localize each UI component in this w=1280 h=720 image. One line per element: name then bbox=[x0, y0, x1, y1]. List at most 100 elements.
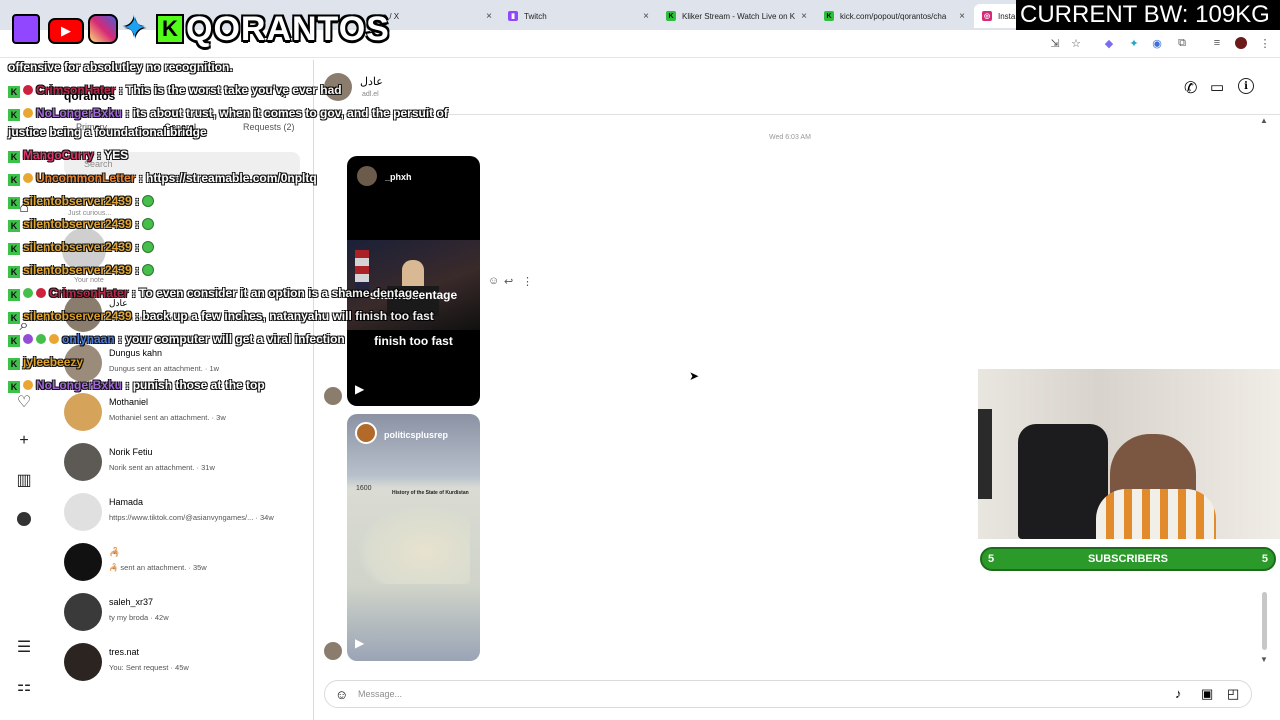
message-timestamp: Wed 6:03 AM bbox=[769, 134, 811, 141]
chat-line: Konlynaan : your computer will get a vir… bbox=[8, 332, 345, 347]
chat-username: MangoCurry bbox=[23, 148, 94, 162]
close-icon[interactable]: × bbox=[643, 11, 649, 22]
close-icon[interactable]: × bbox=[486, 11, 492, 22]
chat-username: silentobserver2439 bbox=[23, 194, 132, 208]
badge-icon bbox=[49, 334, 59, 344]
list-item[interactable]: saleh_xr37 ty my broda · 42w bbox=[62, 593, 312, 641]
tab-kliker[interactable]: K Kliker Stream - Watch Live on K × bbox=[658, 4, 813, 28]
badge-icon bbox=[23, 85, 33, 95]
post-author[interactable]: _phxh bbox=[385, 172, 412, 182]
chat-line: Ksilentobserver2439 : bbox=[8, 217, 155, 232]
avatar bbox=[64, 593, 102, 631]
profile-icon[interactable] bbox=[14, 509, 34, 529]
scrollbar-thumb[interactable] bbox=[1262, 592, 1267, 650]
reading-list-icon[interactable]: ≡ bbox=[1210, 36, 1224, 50]
avatar bbox=[324, 642, 342, 660]
scroll-down-arrow[interactable]: ▼ bbox=[1260, 655, 1268, 664]
shared-post[interactable]: politicsplusrep 1600 History of the Stat… bbox=[347, 414, 480, 661]
contact-name[interactable]: عادل bbox=[360, 75, 383, 88]
chat-message: : bbox=[135, 217, 140, 231]
chat-message: : bbox=[135, 240, 140, 254]
list-item[interactable]: Norik Fetiu Norik sent an attachment. · … bbox=[62, 443, 312, 491]
tab-label: Kliker Stream - Watch Live on K bbox=[682, 11, 796, 21]
conversation-preview: https://www.tiktok.com/@asianvyngames/..… bbox=[109, 513, 274, 522]
close-icon[interactable]: × bbox=[959, 11, 965, 22]
badge-icon bbox=[23, 288, 33, 298]
image-icon[interactable]: ▣ bbox=[1201, 686, 1213, 702]
list-item[interactable]: Mothaniel Mothaniel sent an attachment. … bbox=[62, 393, 312, 441]
chat-message: : YES bbox=[97, 148, 129, 162]
list-item[interactable]: tres.nat You: Sent request · 45w bbox=[62, 643, 312, 691]
kick-badge-icon: K bbox=[8, 243, 20, 255]
conversation-name: Norik Fetiu bbox=[109, 447, 153, 457]
dashboard-icon[interactable]: ▥ bbox=[14, 470, 34, 490]
chat-message: offensive for absolutley no recognition. bbox=[8, 60, 233, 74]
kebab-menu-icon[interactable]: ⋮ bbox=[1258, 36, 1272, 50]
extension-icon[interactable]: ✦ bbox=[1127, 36, 1141, 50]
video-call-icon[interactable]: ▭ bbox=[1210, 78, 1224, 96]
kick-badge-icon: K bbox=[8, 381, 20, 393]
bandwidth-counter: CURRENT BW: 109KG bbox=[1016, 0, 1280, 30]
list-item[interactable]: 🦂 🦂 sent an attachment. · 35w bbox=[62, 543, 312, 591]
subscriber-count-goal: 5 bbox=[1261, 553, 1268, 565]
create-plus-icon[interactable]: + bbox=[14, 431, 34, 451]
sticker-icon[interactable]: ◰ bbox=[1227, 686, 1239, 702]
youtube-icon: ▶ bbox=[48, 18, 84, 44]
tab-twitch[interactable]: ▮ Twitch × bbox=[500, 4, 655, 28]
more-apps-icon[interactable]: ⚏ bbox=[14, 676, 34, 696]
chat-username: jyleebeezy bbox=[23, 355, 84, 369]
post-author[interactable]: politicsplusrep bbox=[384, 430, 448, 440]
chat-message: justice being a foundational bridge bbox=[8, 125, 207, 139]
chat-message: : its about trust, when it comes to gov,… bbox=[125, 106, 448, 120]
chat-message: : To even consider it an option is a sha… bbox=[131, 286, 419, 300]
kick-badge-icon: K bbox=[8, 197, 20, 209]
kick-badge-icon: K bbox=[8, 335, 20, 347]
shared-post[interactable]: _phxh shame dentage finish too fast ▶ bbox=[347, 156, 480, 406]
more-options-icon[interactable]: ⋮ bbox=[522, 275, 533, 288]
reply-icon[interactable]: ↩ bbox=[504, 275, 513, 288]
phone-icon[interactable]: ✆ bbox=[1184, 78, 1197, 98]
profile-avatar-icon[interactable] bbox=[1234, 36, 1248, 50]
install-icon[interactable]: ⇲ bbox=[1048, 36, 1062, 50]
chat-line: Ksilentobserver2439 : back up a few inch… bbox=[8, 309, 434, 324]
contact-handle: adl.el bbox=[362, 91, 379, 98]
chat-message: : your computer will get a viral infecti… bbox=[118, 332, 345, 346]
kick-icon: K bbox=[666, 11, 676, 21]
close-icon[interactable]: × bbox=[801, 11, 807, 22]
heart-icon[interactable]: ♡ bbox=[14, 392, 34, 412]
instagram-icon bbox=[88, 14, 118, 44]
conversation-name: Hamada bbox=[109, 497, 144, 507]
tab-requests[interactable]: Requests (2) bbox=[243, 122, 295, 132]
chat-username: onlynaan bbox=[62, 332, 115, 346]
post-caption: finish too fast bbox=[374, 334, 453, 348]
instagram-icon: ◎ bbox=[982, 11, 992, 21]
menu-hamburger-icon[interactable]: ☰ bbox=[14, 637, 34, 657]
scroll-up-arrow[interactable]: ▲ bbox=[1260, 116, 1268, 125]
microphone-icon[interactable]: ♪ bbox=[1175, 686, 1182, 701]
kick-icon: K bbox=[156, 14, 184, 44]
emoji-icon[interactable]: ☺ bbox=[335, 687, 348, 702]
streamer-brand-name: QORANTOS bbox=[186, 10, 390, 48]
list-item[interactable]: Hamada https://www.tiktok.com/@asianvyng… bbox=[62, 493, 312, 541]
reel-icon: ▶ bbox=[355, 636, 365, 650]
puzzle-icon[interactable]: ⧉ bbox=[1175, 36, 1189, 50]
info-icon[interactable]: i bbox=[1238, 78, 1254, 94]
avatar bbox=[357, 166, 377, 186]
message-placeholder: Message... bbox=[358, 689, 403, 699]
extension-icon[interactable]: ◆ bbox=[1102, 36, 1116, 50]
conversation-name: saleh_xr37 bbox=[109, 597, 154, 607]
map-graphic bbox=[357, 504, 470, 584]
webcam-feed bbox=[978, 369, 1280, 539]
extension-icon[interactable]: ◉ bbox=[1150, 36, 1164, 50]
chat-message: : punish those at the top bbox=[125, 378, 265, 392]
react-emoji-icon[interactable]: ☺ bbox=[488, 275, 499, 287]
tab-kick-popout[interactable]: K kick.com/popout/qorantos/cha × bbox=[816, 4, 971, 28]
bookmark-star-icon[interactable]: ☆ bbox=[1069, 36, 1083, 50]
kick-badge-icon: K bbox=[8, 220, 20, 232]
kick-badge-icon: K bbox=[8, 86, 20, 98]
badge-icon bbox=[23, 380, 33, 390]
chat-line: Ksilentobserver2439 : bbox=[8, 240, 155, 255]
tab-label: Twitch bbox=[524, 11, 547, 21]
chat-line: Ksilentobserver2439 : bbox=[8, 194, 155, 209]
message-input[interactable]: ☺ Message... ♪ ▣ ◰ bbox=[324, 680, 1252, 708]
